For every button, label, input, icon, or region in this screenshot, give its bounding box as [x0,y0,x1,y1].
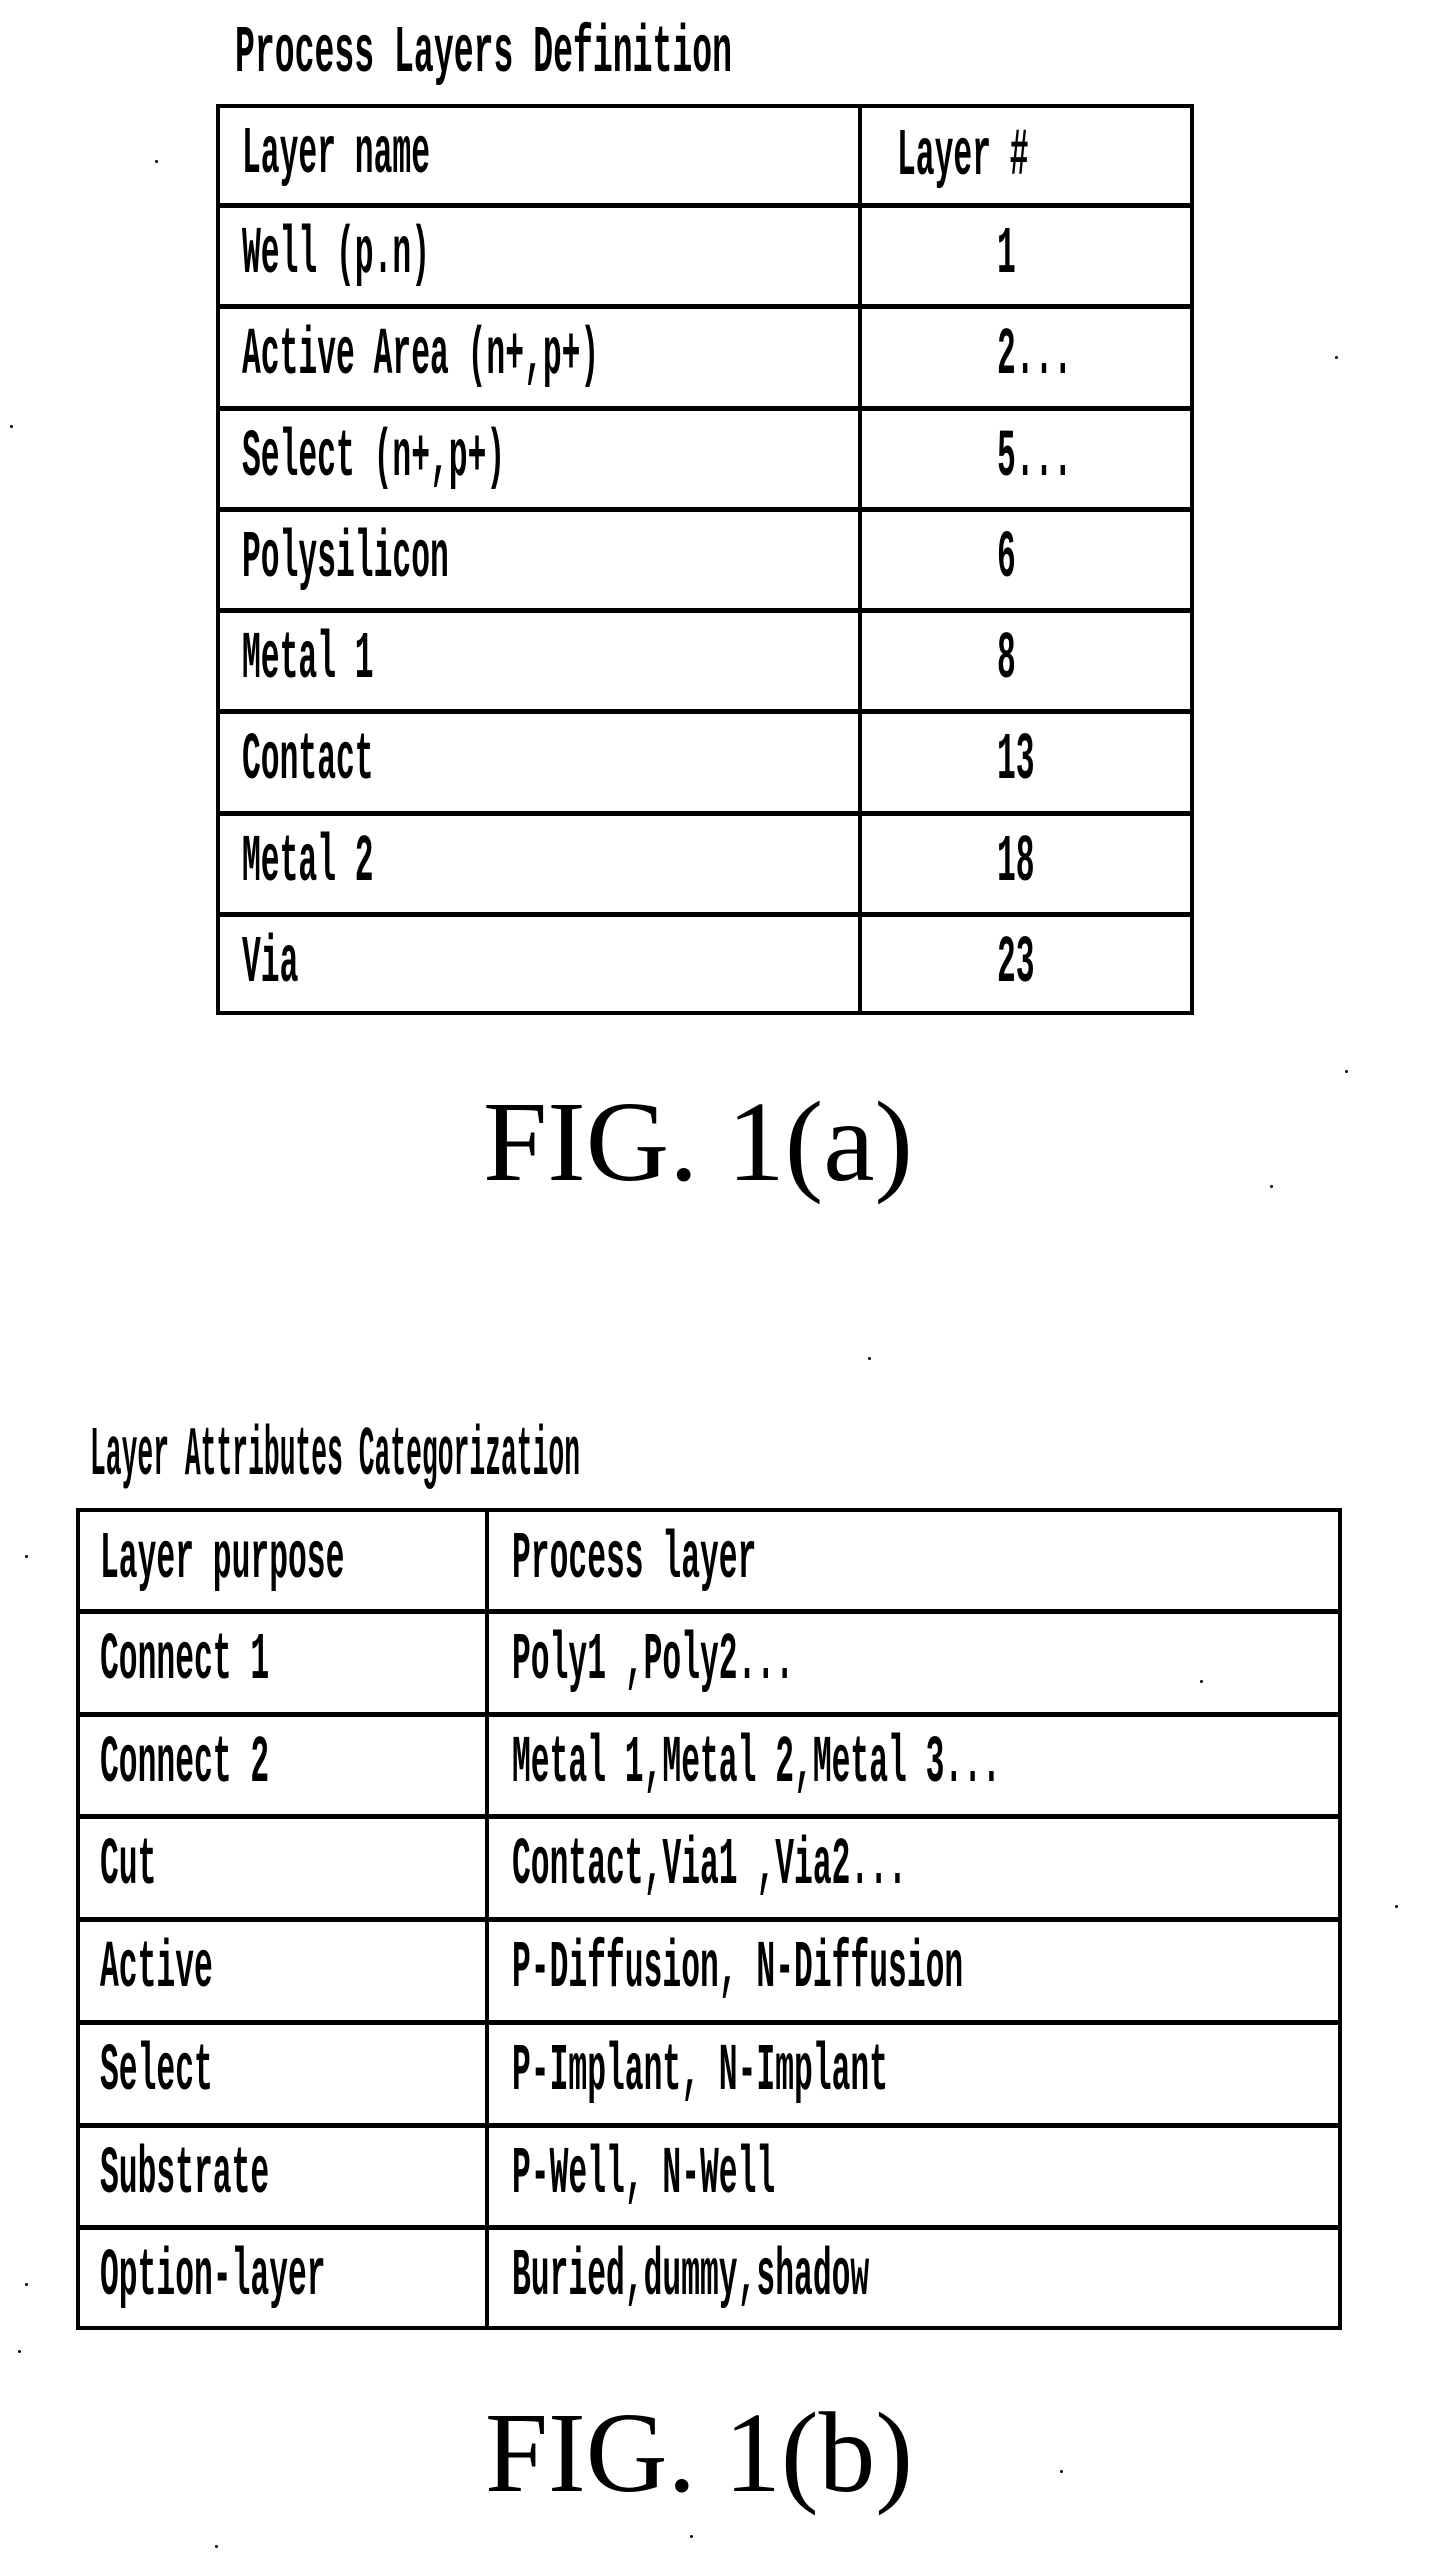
fig-1a-caption: FIG. 1(a) [483,1078,913,1205]
scan-speck [25,2283,28,2286]
scan-speck [215,2545,218,2548]
table-row-divider [216,507,1194,512]
scan-speck [1345,1070,1348,1073]
layer-number-cell: 1 [997,216,1016,293]
process-layer-cell: Buried,dummy,shadow [512,2238,870,2315]
layer-purpose-cell: Select [100,2033,213,2110]
layer-name-cell: Select (n+,p+) [242,419,506,496]
table-row-divider [76,1814,1342,1819]
layer-number-cell: 8 [997,621,1016,698]
scan-speck [690,2535,693,2538]
table-row-divider [216,912,1194,917]
scan-speck [1060,2470,1063,2473]
layer-name-cell: Metal 1 [242,621,374,698]
table-row-divider [76,2123,1342,2128]
fig-1b-caption: FIG. 1(b) [485,2389,914,2516]
table-row-divider [216,406,1194,411]
header-process-layer: Process layer [512,1521,757,1598]
scan-speck [1395,1905,1398,1908]
layer-purpose-cell: Connect 2 [100,1725,270,1802]
process-layer-cell: P-Diffusion, N-Diffusion [512,1930,964,2007]
layer-number-cell: 5... [997,419,1073,496]
table-row-divider [76,2020,1342,2025]
layer-name-cell: Contact [242,722,374,799]
scan-speck [18,2350,21,2353]
process-layer-cell: P-Well, N-Well [512,2136,776,2213]
fig-1b-title: Layer Attributes Categorization [90,1415,581,1495]
fig-1a-title: Process Layers Definition [235,15,733,92]
layer-name-cell: Well (p.n) [242,216,431,293]
layer-purpose-cell: Active [100,1930,213,2007]
layer-number-cell: 23 [997,925,1035,1002]
layer-name-cell: Polysilicon [242,520,449,597]
table-row-divider [216,709,1194,714]
process-layer-cell: Poly1 ,Poly2... [512,1622,795,1699]
table-row-divider [216,608,1194,613]
layer-purpose-cell: Cut [100,1827,157,1904]
layer-number-cell: 6 [997,520,1016,597]
scan-speck [25,1555,28,1558]
layer-purpose-cell: Substrate [100,2136,270,2213]
layer-name-cell: Via [242,925,299,1002]
scan-speck [10,425,13,428]
scan-speck [1270,1185,1273,1188]
scan-speck [155,160,158,163]
table-row-divider [216,304,1194,309]
process-layer-cell: Contact,Via1 ,Via2... [512,1827,907,1904]
layer-purpose-cell: Connect 1 [100,1622,270,1699]
table-column-divider [858,104,862,1015]
table-row-divider [216,811,1194,816]
header-layer-name: Layer name [242,116,431,193]
scan-speck [1335,356,1338,359]
process-layer-cell: Metal 1,Metal 2,Metal 3... [512,1725,1001,1802]
table-row-divider [216,203,1194,208]
scan-speck [868,1357,871,1360]
layer-name-cell: Metal 2 [242,824,374,901]
table-row-divider [76,1917,1342,1922]
table-row-divider [76,1609,1342,1614]
scan-speck [1200,1680,1203,1683]
layer-number-cell: 13 [997,722,1035,799]
layer-number-cell: 2... [997,317,1073,394]
layer-name-cell: Active Area (n+,p+) [242,317,600,394]
header-layer-number: Layer # [897,118,1029,195]
table-row-divider [76,1712,1342,1717]
layer-number-cell: 18 [997,824,1035,901]
process-layer-cell: P-Implant, N-Implant [512,2033,889,2110]
layer-purpose-cell: Option-layer [100,2238,326,2315]
header-layer-purpose: Layer purpose [100,1521,345,1598]
table-row-divider [76,2225,1342,2230]
